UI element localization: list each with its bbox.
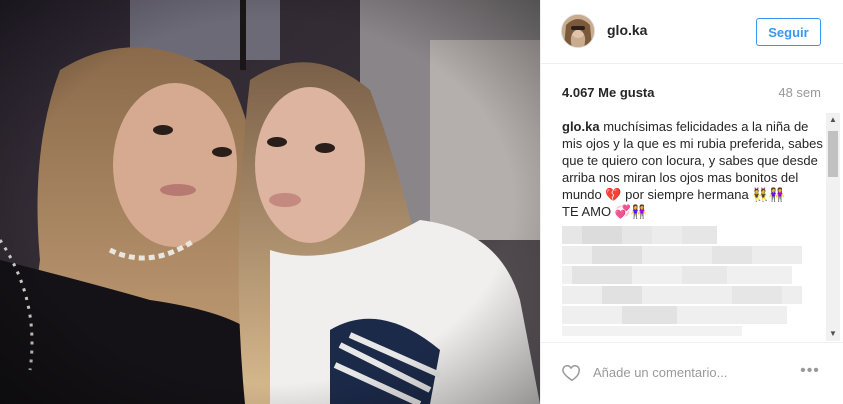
heart-icon-svg [562,365,580,382]
avatar[interactable] [561,14,595,48]
instagram-post-modal: glo.ka Seguir 4.067 Me gusta 48 sem glo.… [0,0,843,404]
post-photo[interactable] [0,0,540,404]
follow-button[interactable]: Seguir [756,18,821,46]
comments-scrollbar[interactable]: ▲ ▼ [826,113,840,341]
scroll-up-arrow-icon[interactable]: ▲ [826,113,840,127]
post-timestamp[interactable]: 48 sem [778,85,821,100]
scroll-thumb[interactable] [828,131,838,177]
post-author-username[interactable]: glo.ka [607,22,647,38]
pixelated-comments [562,226,802,336]
post-header: glo.ka Seguir [541,0,843,64]
likes-count[interactable]: 4.067 Me gusta [562,85,655,100]
heart-icon[interactable] [561,361,583,383]
post-stats: 4.067 Me gusta 48 sem [541,64,843,110]
scroll-down-arrow-icon[interactable]: ▼ [826,327,840,341]
avatar-image [562,15,594,47]
caption-username[interactable]: glo.ka [562,119,600,134]
caption: glo.ka muchísimas felicidades a la niña … [562,118,824,220]
comments-area: glo.ka muchísimas felicidades a la niña … [562,118,824,340]
pixelated-comments-image [562,226,802,336]
caption-text: muchísimas felicidades a la niña de mis … [562,119,823,219]
more-options-icon[interactable]: ••• [797,361,823,383]
post-footer: ••• [541,342,843,404]
photo-image [0,0,540,404]
add-comment-input[interactable] [593,360,783,384]
post-sidebar: glo.ka Seguir 4.067 Me gusta 48 sem glo.… [540,0,843,404]
